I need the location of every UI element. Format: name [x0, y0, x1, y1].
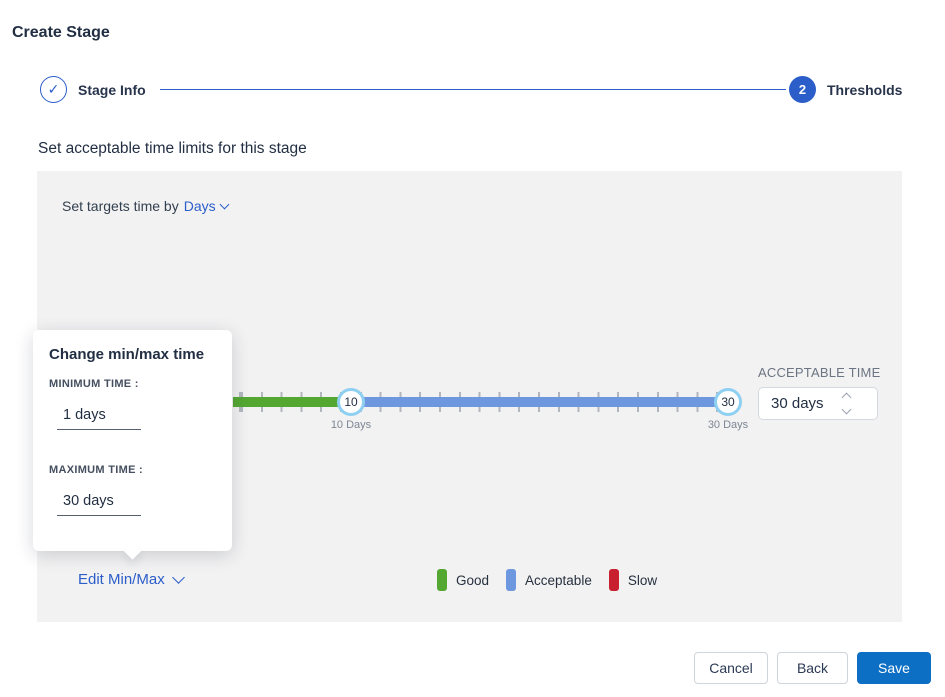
popup-title: Change min/max time	[49, 346, 204, 363]
maximum-time-label: MAXIMUM TIME :	[49, 464, 143, 476]
step-stage-info-label: Stage Info	[78, 82, 146, 98]
min-max-popup: Change min/max time MINIMUM TIME : MAXIM…	[33, 330, 232, 551]
spinner-down-icon[interactable]	[842, 405, 852, 415]
maximum-time-input[interactable]	[57, 486, 141, 516]
cancel-button[interactable]: Cancel	[694, 652, 768, 684]
chevron-down-icon	[172, 571, 185, 584]
slow-swatch	[609, 569, 619, 591]
step-completed-circle: ✓	[40, 76, 67, 103]
slider-track-acceptable[interactable]	[351, 397, 729, 407]
set-targets-row: Set targets time by Days	[62, 198, 228, 214]
good-label: Good	[456, 573, 489, 588]
slider-min-day-label: 10 Days	[311, 419, 391, 431]
slider-handle-max[interactable]: 30	[714, 388, 742, 416]
slider-handle-min[interactable]: 10	[337, 388, 365, 416]
stepper-spinners	[843, 394, 850, 413]
acceptable-time-input-wrap	[758, 387, 878, 420]
time-unit-dropdown[interactable]: Days	[184, 198, 216, 214]
edit-min-max-label: Edit Min/Max	[78, 571, 165, 588]
acceptable-time-input[interactable]	[759, 395, 841, 412]
slider-track-good[interactable]	[233, 397, 351, 407]
step-active-circle: 2	[789, 76, 816, 103]
stepper-connector-line	[160, 89, 786, 90]
acceptable-time-label: ACCEPTABLE TIME	[758, 365, 880, 380]
popup-tail	[123, 541, 141, 559]
minimum-time-label: MINIMUM TIME :	[49, 378, 139, 390]
section-heading: Set acceptable time limits for this stag…	[38, 140, 307, 158]
spinner-up-icon[interactable]	[842, 393, 852, 403]
check-icon: ✓	[48, 81, 60, 98]
page-title: Create Stage	[12, 24, 110, 42]
back-button[interactable]: Back	[777, 652, 848, 684]
good-swatch	[437, 569, 447, 591]
slow-label: Slow	[628, 573, 657, 588]
step-thresholds-label: Thresholds	[827, 82, 902, 98]
footer-actions: Cancel Back Save	[694, 652, 931, 684]
acceptable-label: Acceptable	[525, 573, 592, 588]
edit-min-max-link[interactable]: Edit Min/Max	[78, 571, 183, 588]
chevron-down-icon[interactable]	[219, 199, 229, 209]
thresholds-panel: Set targets time by Days 10 30 10 Days 3…	[37, 171, 902, 622]
minimum-time-input[interactable]	[57, 400, 141, 430]
legend-item-slow: Slow	[609, 569, 657, 591]
legend-item-good: Good	[437, 569, 489, 591]
threshold-legend: Good Acceptable Slow	[437, 569, 657, 591]
slider-max-day-label: 30 Days	[688, 419, 768, 431]
slider-handle-max-value: 30	[721, 395, 734, 409]
save-button[interactable]: Save	[857, 652, 931, 684]
set-targets-label: Set targets time by	[62, 198, 179, 214]
step-number: 2	[799, 82, 806, 97]
legend-item-acceptable: Acceptable	[506, 569, 592, 591]
acceptable-swatch	[506, 569, 516, 591]
slider-handle-min-value: 10	[344, 395, 357, 409]
